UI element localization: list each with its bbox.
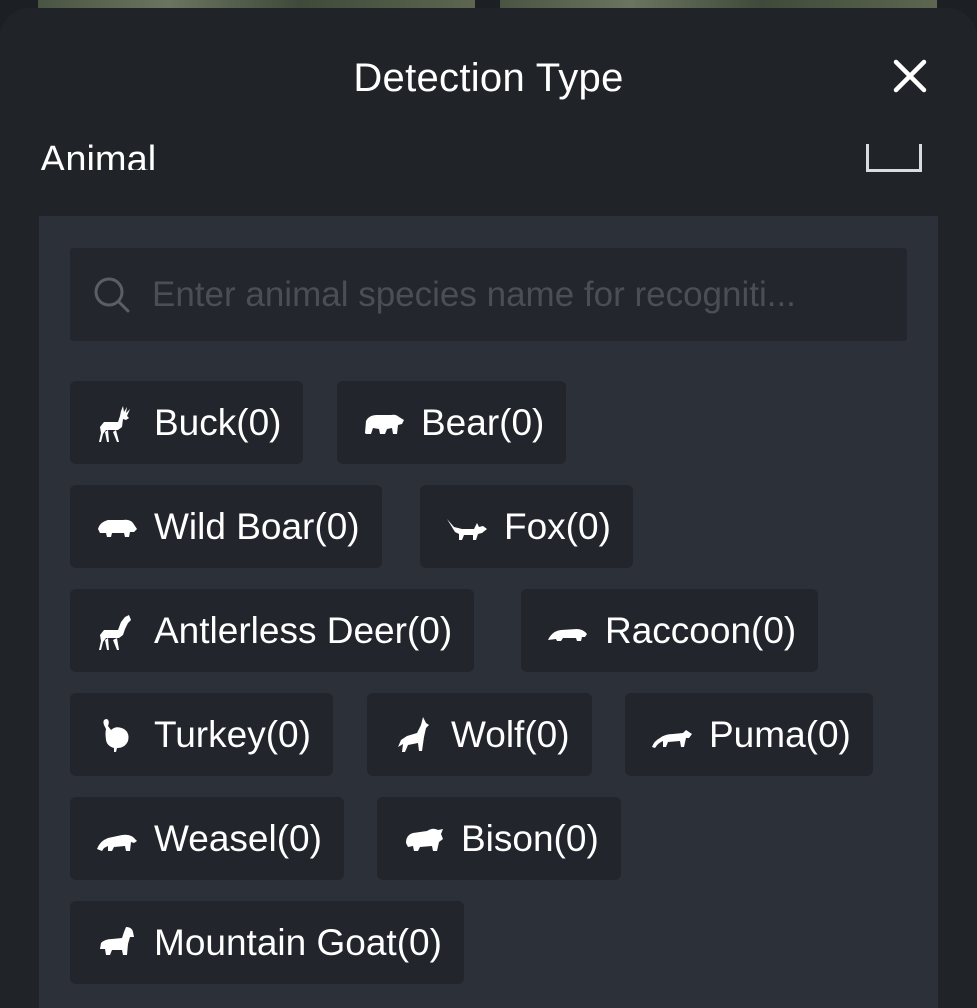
section-label-animal: Animal [40,139,157,170]
species-label: Buck(0) [154,401,282,443]
turkey-icon [103,718,129,752]
species-label: Turkey(0) [154,713,311,755]
modal-title: Detection Type [353,56,624,100]
species-label: Fox(0) [504,505,611,547]
search-input[interactable] [152,274,887,315]
species-chip-wild-boar[interactable]: Wild Boar(0) [70,485,382,568]
species-label: Raccoon(0) [605,609,797,651]
species-chip-raccoon[interactable]: Raccoon(0) [521,589,819,672]
species-label: Wolf(0) [451,713,570,755]
antlerless-deer-icon [99,614,131,650]
bison-icon [406,828,443,851]
species-search [70,248,907,341]
species-chip-bear[interactable]: Bear(0) [337,381,567,464]
species-chip-wolf[interactable]: Wolf(0) [367,693,592,776]
search-icon [94,277,130,312]
weasel-icon [97,834,137,851]
animal-select-checkbox[interactable] [866,144,922,172]
wolf-icon [398,716,429,752]
species-label: Weasel(0) [154,817,322,859]
raccoon-icon [548,628,587,641]
species-chip-weasel[interactable]: Weasel(0) [70,797,344,880]
species-chip-fox[interactable]: Fox(0) [420,485,633,568]
puma-icon [652,729,692,748]
close-icon [893,59,927,93]
detection-type-sheet: Detection Type Animal Buck(0) [0,8,977,1008]
species-chip-puma[interactable]: Puma(0) [625,693,873,776]
species-label: Wild Boar(0) [154,505,360,547]
species-label: Antlerless Deer(0) [154,609,453,651]
species-chip-mountain-goat[interactable]: Mountain Goat(0) [70,901,464,984]
wild-boar-icon [98,519,137,537]
close-button[interactable] [892,58,928,94]
species-label: Puma(0) [709,713,851,755]
species-chip-turkey[interactable]: Turkey(0) [70,693,333,776]
fox-icon [447,518,487,540]
species-chip-antlerless-deer[interactable]: Antlerless Deer(0) [70,589,475,672]
species-chip-bison[interactable]: Bison(0) [377,797,621,880]
species-panel: Buck(0) Bear(0) Wild Boar(0) Fox(0) [39,216,938,1008]
mountain-goat-icon [100,926,134,955]
species-label: Bear(0) [421,401,545,443]
species-label: Bison(0) [461,817,599,859]
buck-icon [99,405,130,442]
species-chip-buck[interactable]: Buck(0) [70,381,304,464]
bear-icon [365,414,404,434]
species-label: Mountain Goat(0) [154,921,442,963]
